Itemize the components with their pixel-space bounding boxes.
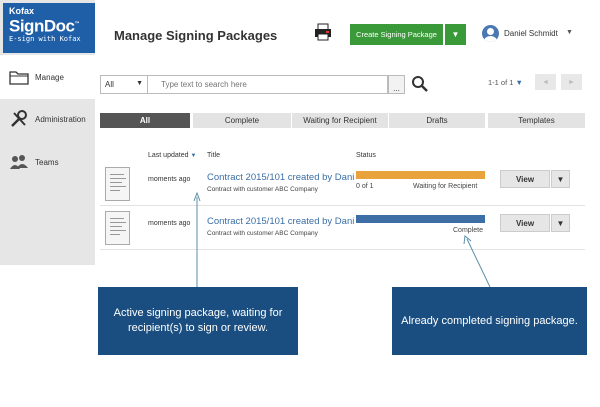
callout-completed-package: Already completed signing package.	[392, 287, 587, 355]
callout-active-package: Active signing package, waiting for reci…	[98, 287, 298, 355]
